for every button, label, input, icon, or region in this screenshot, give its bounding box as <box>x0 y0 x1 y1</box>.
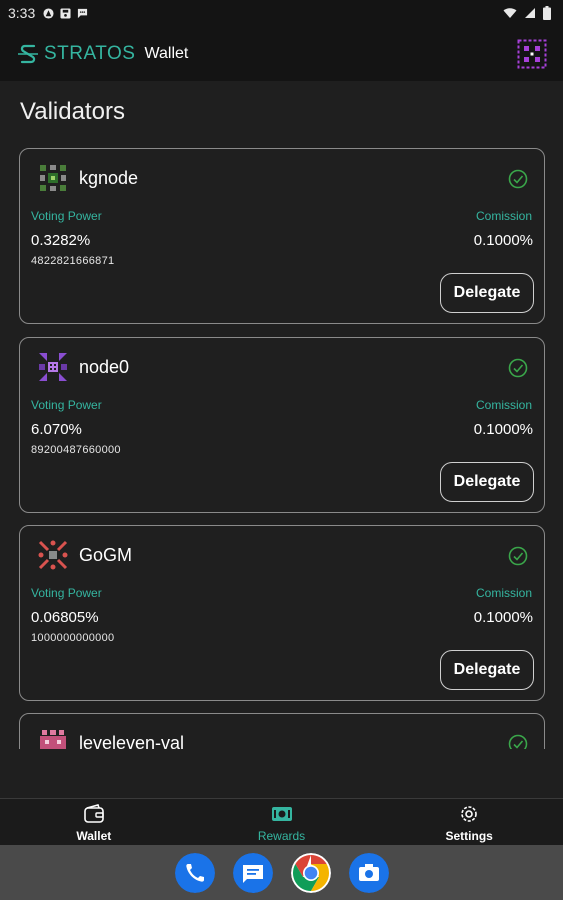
delegate-button[interactable]: Delegate <box>440 462 534 502</box>
check-circle-icon <box>508 358 528 378</box>
delegate-button[interactable]: Delegate <box>440 650 534 690</box>
rewards-icon <box>271 807 292 821</box>
commission-value: 0.1000% <box>473 232 533 249</box>
commission-label: Comission <box>475 586 532 600</box>
commission-value: 0.1000% <box>473 421 533 438</box>
wifi-icon <box>503 8 517 18</box>
validator-name: leveleven-val <box>79 733 185 749</box>
nav-item-rewards[interactable]: Rewards <box>188 799 376 845</box>
token-amount: 4822821666871 <box>31 255 115 267</box>
qr-code-button[interactable] <box>517 39 547 69</box>
nav-label: Settings <box>445 829 493 843</box>
phone-icon[interactable] <box>174 852 215 893</box>
voting-power-value: 0.3282% <box>31 232 91 249</box>
nav-label: Rewards <box>257 829 306 843</box>
voting-power-value: 6.070% <box>31 421 82 438</box>
validator-card: GoGM Voting Power Comission 0.06805% 0.1… <box>19 525 545 701</box>
validator-avatar-icon <box>39 353 67 381</box>
app-header: STRATOS Wallet <box>0 26 563 81</box>
check-circle-icon <box>508 734 528 749</box>
validator-card: node0 Voting Power Comission 6.070% 0.10… <box>19 337 545 513</box>
status-bar: 3:33 <box>0 0 563 26</box>
camera-icon[interactable] <box>348 852 389 893</box>
bottom-navigation: Wallet Rewards Settings <box>0 798 563 845</box>
nav-label: Wallet <box>76 829 112 843</box>
validator-card: kgnode Voting Power Comission 0.3282% 0.… <box>19 148 545 324</box>
page-title: Validators <box>20 98 125 125</box>
check-circle-icon <box>508 169 528 189</box>
messages-icon[interactable] <box>232 852 273 893</box>
battery-icon <box>543 6 551 20</box>
gear-icon <box>461 806 477 822</box>
commission-value: 0.1000% <box>473 609 533 626</box>
commission-label: Comission <box>475 398 532 412</box>
save-notification-icon <box>60 7 71 19</box>
nav-item-wallet[interactable]: Wallet <box>0 799 188 845</box>
token-amount: 89200487660000 <box>31 444 121 456</box>
chat-notification-icon <box>78 8 88 18</box>
validator-list[interactable]: kgnode Voting Power Comission 0.3282% 0.… <box>19 148 545 749</box>
brand-name: STRATOS <box>44 42 136 64</box>
validator-avatar-icon <box>40 730 66 749</box>
token-amount: 1000000000000 <box>31 632 115 644</box>
voting-power-label: Voting Power <box>31 209 102 223</box>
chrome-icon[interactable] <box>290 852 331 893</box>
validator-name: node0 <box>79 357 130 377</box>
commission-label: Comission <box>475 209 532 223</box>
brand-subtitle: Wallet <box>144 44 189 62</box>
stratos-logo-icon <box>18 44 38 63</box>
validator-name: kgnode <box>79 168 139 188</box>
validator-avatar-icon <box>40 165 66 191</box>
voting-power-value: 0.06805% <box>31 609 99 626</box>
validator-card: leveleven-val <box>19 713 545 749</box>
status-indicators <box>503 6 551 20</box>
check-circle-icon <box>508 546 528 566</box>
validator-name: GoGM <box>79 545 133 565</box>
validator-avatar-icon <box>38 540 68 570</box>
status-time: 3:33 <box>8 5 36 21</box>
voting-power-label: Voting Power <box>31 398 102 412</box>
system-dock <box>0 845 563 900</box>
voting-power-label: Voting Power <box>31 586 102 600</box>
signal-icon <box>525 8 535 18</box>
wallet-icon <box>84 804 104 823</box>
nav-item-settings[interactable]: Settings <box>375 799 563 845</box>
brand: STRATOS Wallet <box>16 42 188 66</box>
nav-notification-icon <box>43 7 54 19</box>
delegate-button[interactable]: Delegate <box>440 273 534 313</box>
